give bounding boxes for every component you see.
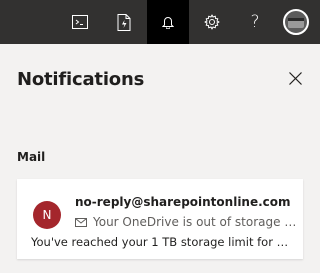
panel-title: Notifications (17, 69, 145, 90)
notification-preview: You've reached your 1 TB storage limit f… (31, 235, 297, 249)
section-label-mail: Mail (17, 150, 46, 164)
notification-subject: Your OneDrive is out of storage space (93, 215, 297, 229)
bell-icon (162, 17, 174, 29)
notification-subject-row: Your OneDrive is out of storage space (75, 215, 297, 229)
envelope-icon (75, 217, 87, 227)
sender-avatar: N (33, 201, 61, 229)
settings-button[interactable] (196, 0, 228, 44)
terminal-button[interactable] (64, 0, 96, 44)
notification-card[interactable]: N no-reply@sharepointonline.com Your One… (17, 179, 303, 259)
top-bar: ? (0, 0, 320, 44)
account-avatar[interactable] (283, 9, 309, 35)
notifications-panel: Notifications Mail N no-reply@sharepoint… (0, 44, 320, 273)
close-button[interactable] (284, 67, 306, 89)
notifications-button[interactable] (147, 0, 189, 44)
document-button[interactable] (108, 0, 140, 44)
close-icon (288, 71, 302, 85)
help-button[interactable]: ? (239, 0, 271, 44)
terminal-icon (72, 15, 88, 29)
gear-icon (204, 14, 220, 30)
document-icon (117, 13, 131, 31)
help-icon: ? (250, 12, 260, 32)
notification-sender: no-reply@sharepointonline.com (75, 195, 291, 209)
